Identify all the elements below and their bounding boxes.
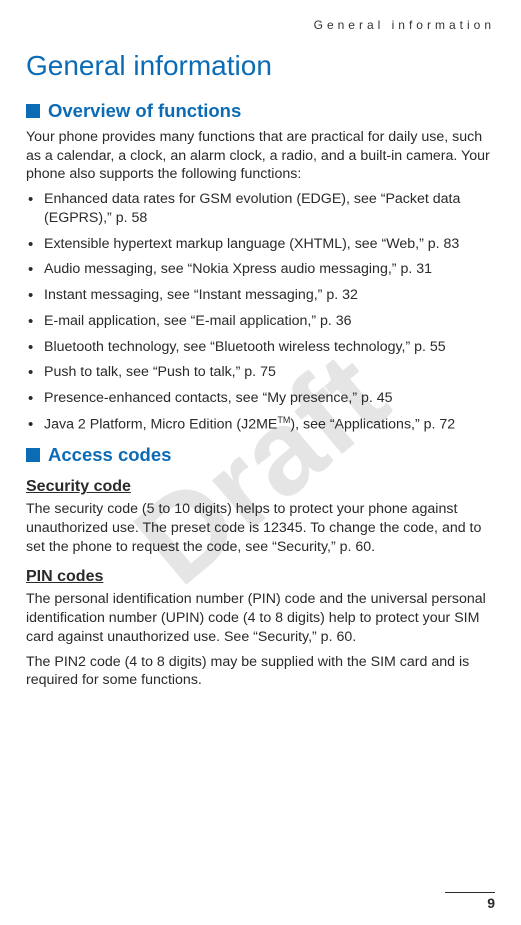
security-code-text: The security code (5 to 10 digits) helps… (26, 500, 495, 556)
list-item: Java 2 Platform, Micro Edition (J2METM),… (26, 415, 495, 434)
page-content: General information General information … (26, 18, 495, 690)
section-head-access-codes: Access codes (26, 444, 495, 466)
list-item: Extensible hypertext markup language (XH… (26, 235, 495, 254)
overview-intro: Your phone provides many functions that … (26, 128, 495, 184)
overview-list: Enhanced data rates for GSM evolution (E… (26, 190, 495, 434)
list-item: Instant messaging, see “Instant messagin… (26, 286, 495, 305)
list-item: Enhanced data rates for GSM evolution (E… (26, 190, 495, 227)
section-marker-icon (26, 448, 40, 462)
section-title-access-codes: Access codes (48, 444, 171, 466)
subheading-pin-codes: PIN codes (26, 568, 495, 586)
subheading-security-code: Security code (26, 478, 495, 496)
chapter-title: General information (26, 50, 495, 82)
page-number: 9 (487, 895, 495, 911)
list-item: Audio messaging, see “Nokia Xpress audio… (26, 260, 495, 279)
list-item: Presence-enhanced contacts, see “My pres… (26, 389, 495, 408)
list-item: E-mail application, see “E-mail applicat… (26, 312, 495, 331)
page-number-rule (445, 892, 495, 893)
list-item: Bluetooth technology, see “Bluetooth wir… (26, 338, 495, 357)
section-head-overview: Overview of functions (26, 100, 495, 122)
pin-codes-text-1: The personal identification number (PIN)… (26, 590, 495, 646)
section-marker-icon (26, 104, 40, 118)
running-header: General information (26, 18, 495, 32)
list-item: Push to talk, see “Push to talk,” p. 75 (26, 363, 495, 382)
section-title-overview: Overview of functions (48, 100, 241, 122)
pin-codes-text-2: The PIN2 code (4 to 8 digits) may be sup… (26, 653, 495, 690)
